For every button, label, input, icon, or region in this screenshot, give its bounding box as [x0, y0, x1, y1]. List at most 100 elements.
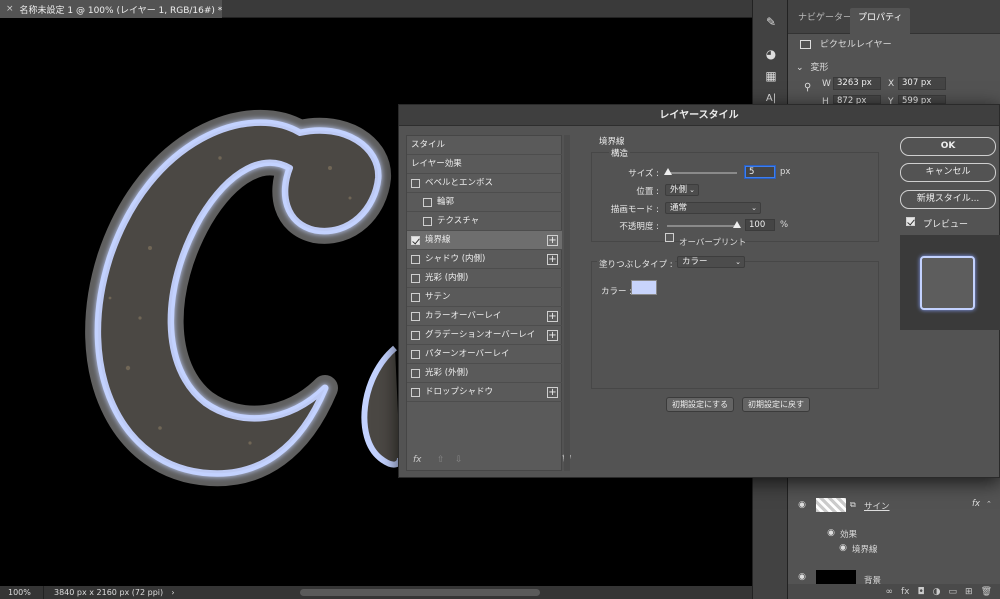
add-effect-icon[interactable]: +	[547, 330, 558, 341]
position-label: 位置 :	[636, 187, 659, 197]
eye-icon[interactable]: ◉	[826, 528, 836, 538]
styles-header[interactable]: スタイル	[407, 136, 562, 155]
x-field[interactable]: 307 px	[898, 77, 946, 90]
opacity-label: 不透明度 :	[619, 222, 659, 232]
status-bar: 100% 3840 px x 2160 px (72 ppi) ›	[0, 586, 752, 599]
reset-default-button[interactable]: 初期設定にする	[666, 397, 734, 412]
panel-tabs: ナビゲーター プロパティ	[788, 0, 1000, 34]
mask-icon[interactable]: ◘	[918, 587, 925, 597]
add-effect-icon[interactable]: +	[547, 235, 558, 246]
chevron-up-icon[interactable]: ⌃	[986, 500, 992, 508]
zoom-level[interactable]: 100%	[0, 586, 44, 599]
brush-settings-icon[interactable]: ✎	[761, 12, 781, 32]
horizontal-scrollbar[interactable]	[300, 589, 540, 596]
document-tab[interactable]: × 名称未設定 1 @ 100% (レイヤー 1, RGB/16#) *	[0, 0, 222, 18]
stroke-effect-row[interactable]: ◉ 境界線	[788, 541, 1000, 555]
new-style-button[interactable]: 新規スタイル...	[900, 190, 996, 209]
tab-close-icon[interactable]: ×	[6, 4, 14, 14]
style-item-label: 光彩 (内側)	[425, 273, 469, 283]
link-icon[interactable]: ∞	[886, 587, 894, 597]
fill-type-dropdown[interactable]: カラー ⌄	[677, 256, 745, 268]
color-palette-icon[interactable]: ◕	[761, 44, 781, 64]
eye-icon[interactable]: ◉	[797, 572, 807, 582]
style-item-label: カラーオーバーレイ	[425, 311, 502, 321]
link-dimensions-icon[interactable]: ⚲	[804, 82, 811, 93]
eye-icon[interactable]: ◉	[797, 500, 807, 510]
styles-scrollbar[interactable]	[564, 135, 570, 471]
position-value: 外側	[670, 185, 688, 195]
style-item-checkbox[interactable]	[423, 198, 432, 207]
style-item-checkbox[interactable]	[423, 217, 432, 226]
dialog-title[interactable]: レイヤースタイル	[399, 105, 999, 126]
add-effect-icon[interactable]: +	[547, 254, 558, 265]
style-item[interactable]: シャドウ (内側) +	[407, 250, 562, 269]
background-thumbnail	[816, 570, 856, 584]
blend-mode-label: 描画モード :	[610, 205, 659, 215]
style-item[interactable]: パターンオーバーレイ	[407, 345, 562, 364]
style-item[interactable]: テクスチャ	[407, 212, 562, 231]
style-item-checkbox[interactable]	[411, 293, 420, 302]
style-item[interactable]: グラデーションオーバーレイ +	[407, 326, 562, 345]
stroke-color-swatch[interactable]	[631, 280, 657, 295]
move-down-icon[interactable]: ⇩	[455, 455, 463, 465]
style-item[interactable]: サテン	[407, 288, 562, 307]
move-up-icon[interactable]: ⇧	[437, 455, 445, 465]
tab-properties[interactable]: プロパティ	[850, 8, 911, 34]
fx-menu-icon[interactable]: fx	[413, 455, 422, 465]
overprint-checkbox[interactable]	[665, 233, 674, 242]
opacity-input[interactable]: 100	[745, 219, 775, 231]
layer-row-sign[interactable]: ◉ ⧉ サイン fx ⌃	[788, 492, 1000, 518]
cancel-button[interactable]: キャンセル	[900, 163, 996, 182]
document-info: 3840 px x 2160 px (72 ppi)	[54, 588, 164, 597]
size-slider[interactable]	[667, 172, 737, 174]
letter-partial-shape	[361, 345, 403, 468]
size-input[interactable]: 5	[745, 166, 775, 178]
style-item-checkbox[interactable]	[411, 331, 420, 340]
layer-name-sign[interactable]: サイン	[864, 500, 890, 512]
position-dropdown[interactable]: 外側 ⌄	[665, 184, 699, 196]
new-layer-icon[interactable]: ⊞	[965, 587, 973, 597]
ok-button[interactable]: OK	[900, 137, 996, 156]
style-item[interactable]: 光彩 (内側)	[407, 269, 562, 288]
style-item[interactable]: ベベルとエンボス	[407, 174, 562, 193]
style-item[interactable]: カラーオーバーレイ +	[407, 307, 562, 326]
effects-header[interactable]: レイヤー効果	[407, 155, 562, 174]
style-item-checkbox[interactable]	[411, 255, 420, 264]
style-item[interactable]: 光彩 (外側)	[407, 364, 562, 383]
size-slider-thumb[interactable]	[664, 168, 673, 175]
layer-row-background[interactable]: ◉ 背景	[788, 566, 1000, 586]
layer-type-row: ピクセルレイヤー	[800, 37, 892, 50]
trash-icon[interactable]: 🗑	[981, 587, 992, 597]
restore-default-button[interactable]: 初期設定に戻す	[742, 397, 810, 412]
style-item[interactable]: 輪郭	[407, 193, 562, 212]
effects-row[interactable]: ◉ 効果	[788, 526, 1000, 540]
style-item[interactable]: 境界線 +	[407, 231, 562, 250]
eye-icon[interactable]: ◉	[838, 543, 848, 553]
style-item-checkbox[interactable]	[411, 179, 420, 188]
fx-badge[interactable]: fx	[972, 499, 980, 509]
style-item-checkbox[interactable]	[411, 236, 420, 245]
document-title: 名称未設定 1 @ 100% (レイヤー 1, RGB/16#) *	[19, 5, 223, 16]
style-item[interactable]: ドロップシャドウ +	[407, 383, 562, 402]
opacity-slider-thumb[interactable]	[733, 221, 741, 228]
style-item-checkbox[interactable]	[411, 388, 420, 397]
style-item-checkbox[interactable]	[411, 350, 420, 359]
style-item-checkbox[interactable]	[411, 274, 420, 283]
width-field[interactable]: 3263 px	[833, 77, 881, 90]
stroke-effect-label: 境界線	[852, 545, 878, 555]
blend-mode-dropdown[interactable]: 通常 ⌄	[665, 202, 761, 214]
y-field[interactable]: 599 px	[898, 95, 946, 106]
style-item-checkbox[interactable]	[411, 312, 420, 321]
opacity-slider[interactable]	[667, 225, 737, 227]
adjustment-icon[interactable]: ◑	[933, 587, 941, 597]
height-field[interactable]: 872 px	[833, 95, 881, 106]
add-effect-icon[interactable]: +	[547, 387, 558, 398]
swatches-grid-icon[interactable]: ▦	[761, 66, 781, 86]
folder-icon[interactable]: ▭	[949, 587, 958, 597]
fx-icon[interactable]: fx	[901, 587, 910, 597]
add-effect-icon[interactable]: +	[547, 311, 558, 322]
transform-section-header[interactable]: ⌄ 変形	[796, 60, 828, 73]
preview-checkbox[interactable]	[906, 217, 915, 226]
status-chevron-icon[interactable]: ›	[166, 588, 180, 597]
style-item-checkbox[interactable]	[411, 369, 420, 378]
